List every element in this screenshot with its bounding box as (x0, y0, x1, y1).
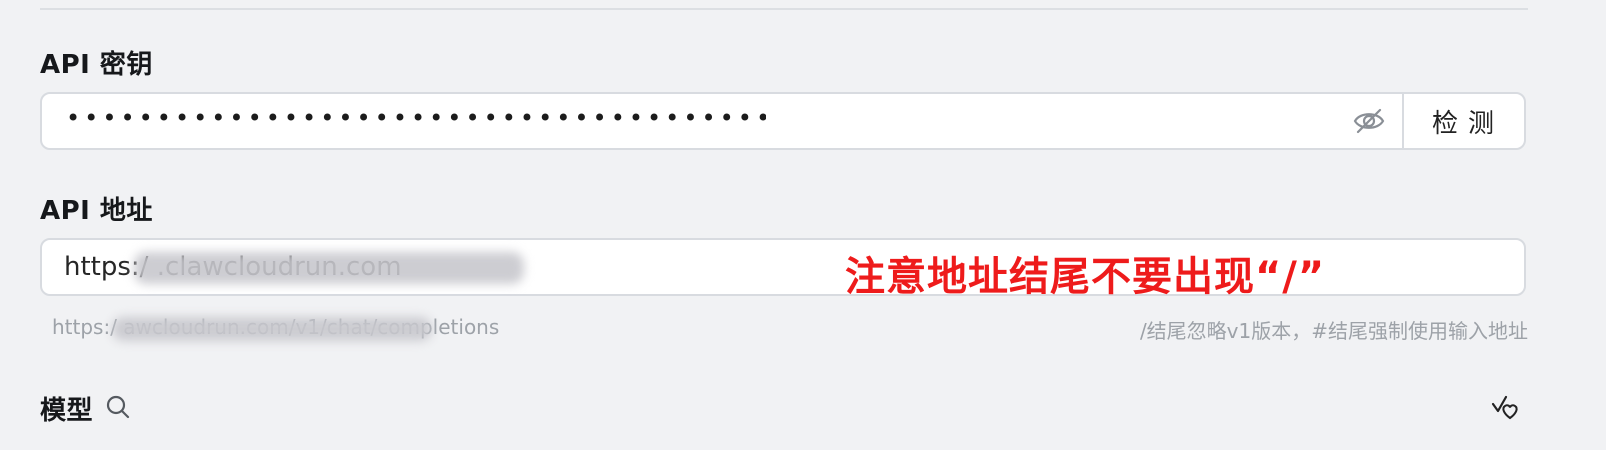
api-key-field[interactable]: ••••••••••••••••••••••••••••••••••••••••… (40, 92, 1526, 150)
url-hint: /结尾忽略v1版本，#结尾强制使用输入地址 (1139, 319, 1528, 343)
api-key-input[interactable]: ••••••••••••••••••••••••••••••••••••••••… (66, 104, 766, 132)
api-key-label: API 密钥 (40, 50, 153, 80)
settings-panel: API 密钥 •••••••••••••••••••••••••••••••••… (0, 0, 1606, 450)
search-icon[interactable] (105, 394, 131, 420)
check-heart-icon[interactable] (1490, 392, 1520, 422)
eye-off-icon[interactable] (1352, 106, 1386, 136)
redacted-preview-segment (112, 317, 432, 341)
url-warning-annotation: 注意地址结尾不要出现“/” (845, 254, 1326, 300)
api-url-label: API 地址 (40, 196, 153, 226)
check-button[interactable]: 检测 (1402, 94, 1524, 148)
section-divider (40, 8, 1528, 10)
redacted-url-segment (134, 252, 524, 284)
model-label: 模型 (40, 396, 94, 426)
